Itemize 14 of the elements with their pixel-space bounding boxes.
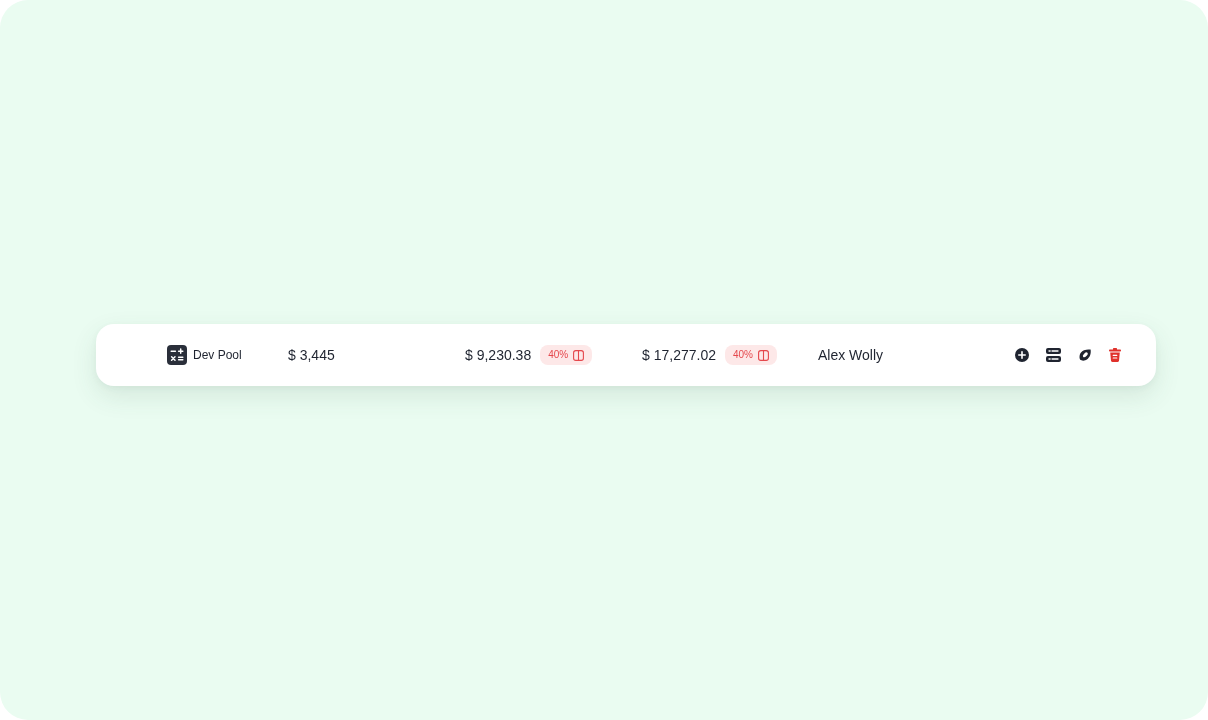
amount-text: $ 9,230.38 (465, 347, 532, 363)
leaf-icon[interactable] (1078, 348, 1092, 362)
server-icon[interactable] (1046, 348, 1061, 362)
amount-text: $ 3,445 (288, 347, 335, 363)
calculator-icon (167, 345, 187, 365)
split-panel-icon (573, 349, 585, 361)
percent-badge: 40% (724, 345, 777, 365)
plus-circle-icon[interactable] (1015, 348, 1029, 362)
owner-name: Alex Wolly (818, 347, 884, 363)
trash-icon[interactable] (1109, 348, 1121, 362)
percent-badge: 40% (540, 345, 593, 365)
amount-text: $ 17,277.02 (642, 347, 716, 363)
split-panel-icon (758, 349, 769, 361)
pool-name: Dev Pool (193, 348, 242, 362)
